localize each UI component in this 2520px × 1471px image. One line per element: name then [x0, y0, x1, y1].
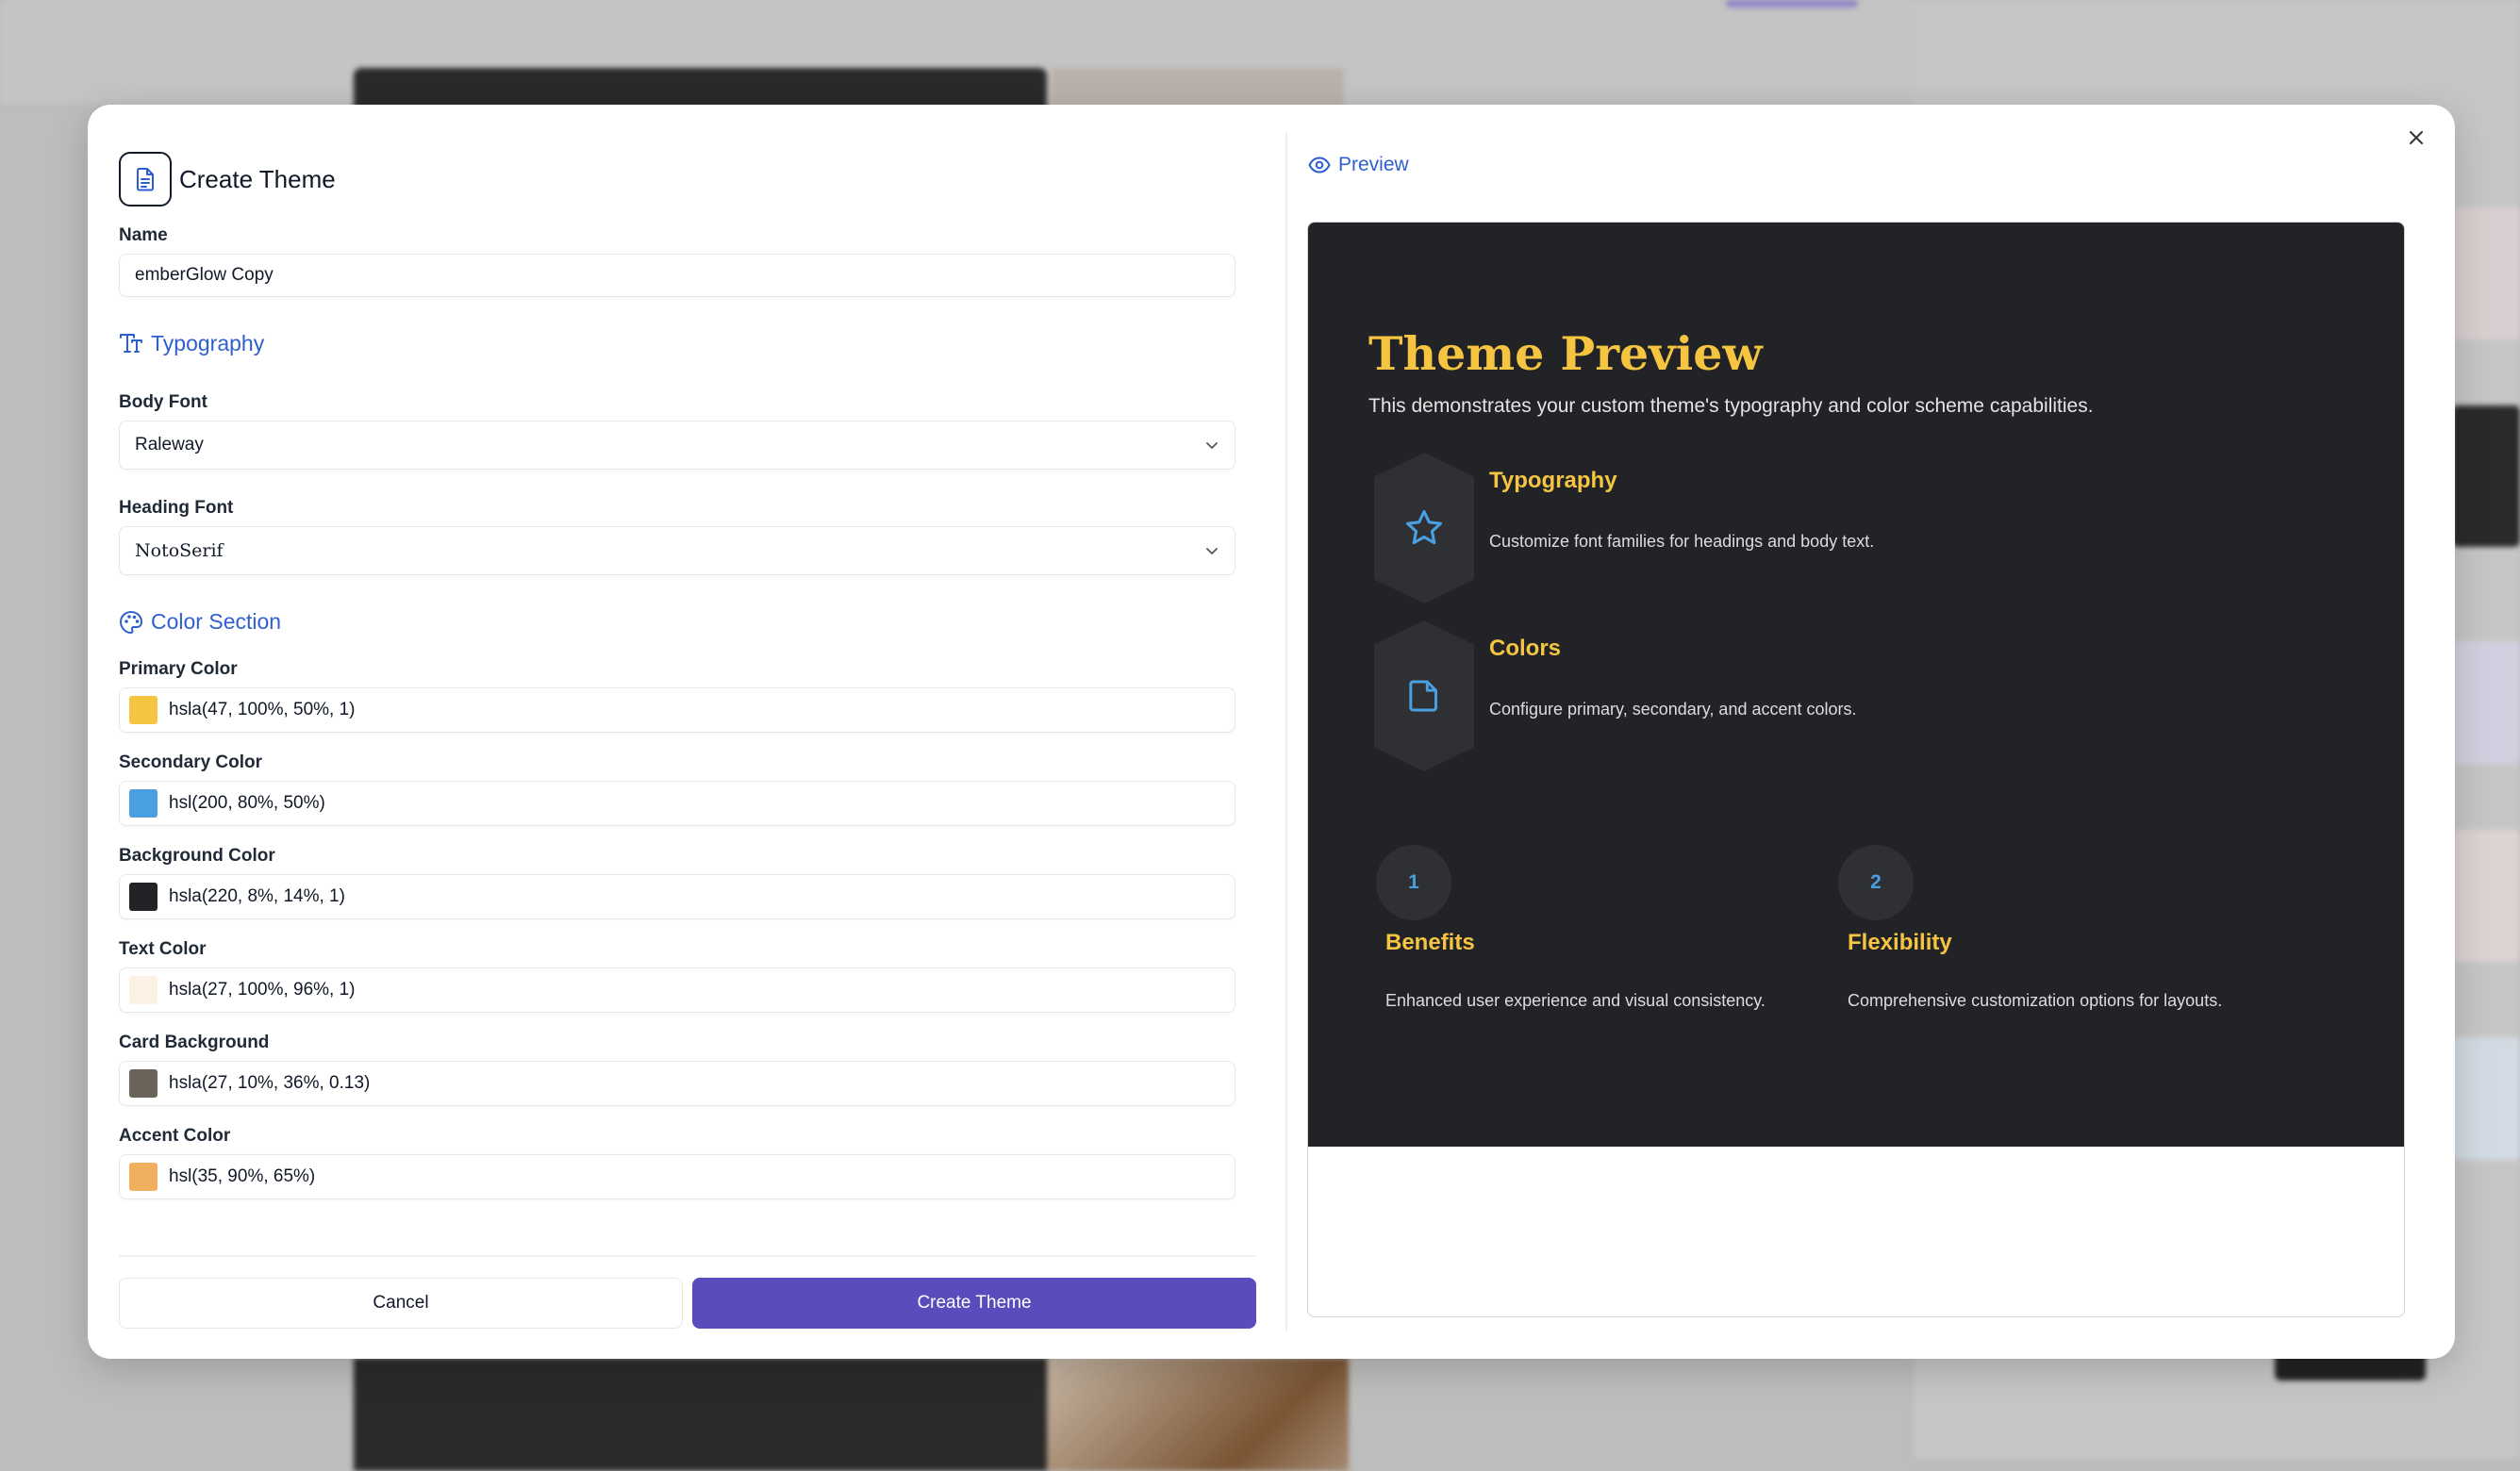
name-label: Name — [119, 225, 168, 245]
feature-icon-hex — [1374, 453, 1474, 603]
document-icon — [137, 168, 154, 191]
feature-title: Colors — [1489, 636, 1562, 661]
theme-icon-box — [119, 152, 172, 207]
color-value: hsla(27, 100%, 96%, 1) — [169, 980, 356, 1000]
close-button[interactable] — [2400, 122, 2432, 154]
eye-icon — [1308, 157, 1331, 174]
color-section-heading: Color Section — [151, 609, 282, 634]
create-theme-button[interactable]: Create Theme — [692, 1278, 1256, 1329]
body-font-select[interactable]: Raleway — [119, 421, 1235, 470]
numbered-title: Benefits — [1385, 930, 1475, 955]
numbered-description: Enhanced user experience and visual cons… — [1385, 991, 1766, 1010]
create-theme-dialog: Create Theme Name emberGlow Copy Typogra… — [88, 105, 2455, 1359]
footer-divider — [119, 1255, 1256, 1257]
theme-preview-canvas: Theme Preview This demonstrates your cus… — [1308, 223, 2404, 1147]
color-field-group: Primary Color hsla(47, 100%, 50%, 1) — [119, 659, 1260, 733]
preview-subtitle: This demonstrates your custom theme's ty… — [1368, 395, 2094, 417]
body-font-label: Body Font — [119, 392, 207, 412]
star-icon — [1406, 510, 1442, 545]
color-field-input[interactable]: hsl(200, 80%, 50%) — [119, 781, 1235, 826]
dialog-title: Create Theme — [179, 164, 336, 193]
preview-heading: Theme Preview — [1368, 326, 1763, 381]
name-field-group: Name emberGlow Copy — [119, 225, 1260, 297]
color-field-group: Card Background hsla(27, 10%, 36%, 0.13) — [119, 1033, 1260, 1106]
color-field-group: Accent Color hsl(35, 90%, 65%) — [119, 1126, 1260, 1199]
color-field-label: Background Color — [119, 846, 275, 866]
color-swatch[interactable] — [129, 696, 158, 724]
background-card — [2452, 1037, 2520, 1160]
color-field-label: Primary Color — [119, 659, 238, 679]
feature-description: Customize font families for headings and… — [1489, 532, 1875, 551]
color-field-input[interactable]: hsla(220, 8%, 14%, 1) — [119, 874, 1235, 919]
chevron-down-icon — [1206, 442, 1218, 449]
dialog-header: Create Theme — [119, 150, 1260, 208]
name-input[interactable]: emberGlow Copy — [119, 254, 1235, 297]
color-value: hsla(47, 100%, 50%, 1) — [169, 700, 356, 719]
feature-icon-hex — [1374, 620, 1474, 771]
typography-icon — [120, 333, 142, 353]
heading-font-value: NotoSerif — [135, 540, 224, 561]
numbered-description: Comprehensive customization options for … — [1848, 991, 2223, 1010]
background-card — [2452, 641, 2520, 764]
color-field-label: Text Color — [119, 939, 207, 959]
heading-font-label: Heading Font — [119, 498, 234, 518]
color-field-group: Secondary Color hsl(200, 80%, 50%) — [119, 752, 1260, 826]
color-section-title: Color Section — [119, 609, 1260, 635]
color-field-input[interactable]: hsla(27, 100%, 96%, 1) — [119, 967, 1235, 1013]
background-image-dark — [354, 1358, 1047, 1471]
theme-form: Create Theme Name emberGlow Copy Typogra… — [119, 150, 1260, 1219]
close-icon — [2410, 131, 2423, 144]
color-swatch[interactable] — [129, 976, 158, 1004]
panel-divider — [1285, 133, 1287, 1331]
feature-colors: Colors Configure primary, secondary, and… — [1374, 620, 2317, 771]
color-field-label: Card Background — [119, 1033, 270, 1052]
background-card — [2452, 405, 2520, 547]
typography-section-title: Typography — [119, 331, 1260, 356]
chevron-down-icon — [1206, 548, 1218, 554]
body-font-group: Body Font Raleway — [119, 392, 1260, 470]
palette-icon — [120, 610, 142, 634]
heading-font-group: Heading Font NotoSerif — [119, 498, 1260, 575]
feature-title: Typography — [1489, 468, 1617, 493]
typography-heading: Typography — [151, 331, 265, 355]
color-field-label: Secondary Color — [119, 752, 263, 772]
color-fields-list: Primary Color hsla(47, 100%, 50%, 1) Secon… — [119, 659, 1260, 1199]
color-value: hsl(200, 80%, 50%) — [169, 793, 325, 813]
color-field-input[interactable]: hsla(27, 10%, 36%, 0.13) — [119, 1061, 1235, 1106]
cancel-button[interactable]: Cancel — [119, 1278, 683, 1329]
color-field-input[interactable]: hsla(47, 100%, 50%, 1) — [119, 687, 1235, 733]
preview-label: Preview — [1338, 154, 1409, 175]
feature-description: Configure primary, secondary, and accent… — [1489, 700, 1857, 719]
color-value: hsla(220, 8%, 14%, 1) — [169, 886, 345, 906]
numbered-title: Flexibility — [1848, 930, 1952, 955]
color-field-group: Background Color hsla(220, 8%, 14%, 1) — [119, 846, 1260, 919]
heading-font-select[interactable]: NotoSerif — [119, 526, 1235, 575]
background-card — [2452, 207, 2520, 339]
color-field-input[interactable]: hsl(35, 90%, 65%) — [119, 1154, 1235, 1199]
background-button — [1726, 0, 1858, 8]
color-field-label: Accent Color — [119, 1126, 231, 1146]
background-card — [2452, 830, 2520, 962]
file-icon — [1409, 680, 1437, 712]
color-swatch[interactable] — [129, 789, 158, 818]
body-font-value: Raleway — [135, 435, 204, 455]
color-field-group: Text Color hsla(27, 100%, 96%, 1) — [119, 939, 1260, 1013]
theme-preview-frame: Theme Preview This demonstrates your cus… — [1307, 222, 2405, 1317]
feature-typography: Typography Customize font families for h… — [1374, 453, 2317, 603]
number-badge: 2 — [1838, 845, 1914, 920]
color-swatch[interactable] — [129, 1069, 158, 1098]
color-value: hsl(35, 90%, 65%) — [169, 1166, 316, 1186]
color-swatch[interactable] — [129, 883, 158, 911]
background-thumbnail — [1047, 1358, 1349, 1471]
color-swatch[interactable] — [129, 1163, 158, 1191]
preview-header: Preview — [1308, 154, 1409, 176]
color-value: hsla(27, 10%, 36%, 0.13) — [169, 1073, 371, 1093]
number-badge: 1 — [1376, 845, 1451, 920]
